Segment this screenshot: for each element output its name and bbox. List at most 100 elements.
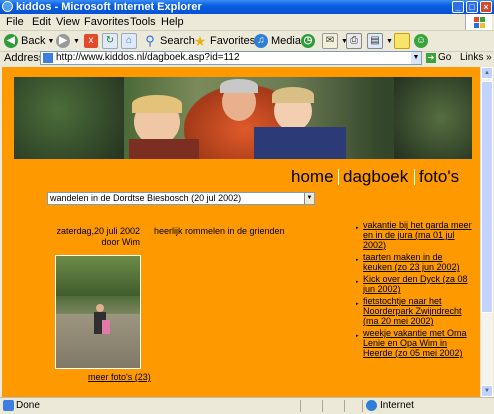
links-label: Links — [460, 52, 484, 63]
refresh-button[interactable]: ↻ — [102, 32, 121, 50]
address-label: Address — [4, 52, 45, 64]
nav-dagboek[interactable]: dagboek — [343, 167, 408, 187]
search-label: Search — [160, 35, 195, 47]
vertical-scrollbar[interactable]: ▲ ▼ — [480, 67, 493, 397]
menu-file[interactable]: File — [6, 16, 24, 28]
nav-divider — [338, 169, 339, 185]
star-icon: ★ — [193, 33, 207, 49]
home-icon: ⌂ — [121, 33, 137, 49]
page-icon — [43, 53, 53, 63]
bullet-icon: ▸ — [356, 257, 359, 263]
bullet-icon: ▸ — [356, 279, 359, 285]
mail-button[interactable]: ✉ ▼ — [322, 32, 348, 50]
related-entry-link[interactable]: ▸ taarten maken in de keuken (zo 23 jun 2… — [356, 252, 474, 272]
entry-meta: zaterdag,20 juli 2002 door Wim — [42, 226, 140, 248]
scroll-up-button[interactable]: ▲ — [481, 67, 493, 79]
media-label: Media — [271, 35, 301, 47]
stop-icon: x — [84, 34, 98, 48]
printer-icon: ⎙ — [346, 33, 362, 49]
discuss-button[interactable] — [394, 32, 413, 50]
forward-button[interactable]: ▶ ▼ — [56, 32, 80, 50]
related-entry-link[interactable]: ▸ fietstochtje naar het Noorderpark Zwijn… — [356, 296, 474, 326]
status-divider — [322, 400, 323, 412]
scroll-down-button[interactable]: ▼ — [481, 385, 493, 397]
refresh-icon: ↻ — [102, 33, 118, 49]
globe-icon — [366, 400, 377, 411]
edit-button[interactable]: ▤ ▼ — [367, 32, 393, 50]
entry-text: heerlijk rommelen in de grienden — [154, 226, 285, 236]
chevron-down-icon[interactable]: ▼ — [411, 52, 421, 64]
window-title: kiddos - Microsoft Internet Explorer — [16, 1, 202, 13]
bullet-icon: ▸ — [356, 301, 359, 307]
banner-photo — [14, 77, 472, 159]
more-photos-link[interactable]: meer foto's (23) — [88, 372, 151, 382]
folder-icon — [394, 33, 410, 49]
menu-bar: File Edit View Favorites Tools Help — [0, 14, 494, 31]
back-button[interactable]: ◀ Back ▼ — [4, 32, 54, 50]
go-label: Go — [438, 52, 452, 63]
minimize-button[interactable]: _ — [452, 1, 464, 13]
messenger-button[interactable]: ☺ — [414, 32, 431, 50]
menu-view[interactable]: View — [56, 16, 80, 28]
related-entry-link[interactable]: ▸ weekje vakantie met Oma Lenie en Opa Wi… — [356, 328, 474, 358]
home-button[interactable]: ⌂ — [121, 32, 140, 50]
chevron-down-icon[interactable]: ▼ — [304, 193, 314, 204]
status-divider — [362, 400, 363, 412]
address-bar: Address http://www.kiddos.nl/dagboek.asp… — [0, 50, 494, 66]
media-icon: ♫ — [254, 34, 268, 48]
status-divider — [344, 400, 345, 412]
favorites-button[interactable]: ★ Favorites — [193, 32, 256, 50]
related-entries-list: ▸ vakantie bij het garda meer en in de ju… — [356, 220, 474, 360]
menu-favorites[interactable]: Favorites — [84, 16, 129, 28]
toolbar: ◀ Back ▼ ▶ ▼ x ↻ ⌂ ⚲ Search ★ Favorites … — [0, 31, 494, 52]
nav-fotos[interactable]: foto's — [419, 167, 459, 187]
entry-select-value: wandelen in de Dordtse Biesbosch (20 jul… — [50, 193, 242, 203]
chevron-down-icon: ▼ — [73, 37, 80, 45]
security-zone: Internet — [366, 400, 414, 411]
page-content: home dagboek foto's wandelen in de Dordt… — [2, 67, 480, 397]
windows-flag-icon — [465, 14, 492, 30]
title-bar: kiddos - Microsoft Internet Explorer _ □… — [0, 0, 494, 14]
close-button[interactable]: × — [480, 1, 492, 13]
maximize-button[interactable]: □ — [466, 1, 478, 13]
edit-page-icon: ▤ — [367, 33, 383, 49]
bullet-icon: ▸ — [356, 333, 359, 339]
media-button[interactable]: ♫ Media — [254, 32, 301, 50]
entry-date: zaterdag,20 juli 2002 — [56, 226, 140, 236]
search-button[interactable]: ⚲ Search — [143, 32, 195, 50]
related-entry-label: Kick over den Dyck (za 08 jun 2002) — [363, 274, 468, 294]
menu-edit[interactable]: Edit — [32, 16, 51, 28]
related-entry-label: taarten maken in de keuken (zo 23 jun 20… — [363, 252, 460, 272]
related-entry-link[interactable]: ▸ Kick over den Dyck (za 08 jun 2002) — [356, 274, 474, 294]
entry-photo[interactable] — [55, 255, 141, 369]
mail-icon: ✉ — [322, 33, 338, 49]
print-button[interactable]: ⎙ — [346, 32, 365, 50]
go-arrow-icon: ➜ — [426, 52, 436, 63]
status-bar: Done Internet — [0, 397, 494, 414]
menu-help[interactable]: Help — [161, 16, 184, 28]
favorites-label: Favorites — [210, 35, 256, 47]
stop-button[interactable]: x — [84, 32, 101, 50]
address-url: http://www.kiddos.nl/dagboek.asp?id=112 — [56, 52, 240, 63]
related-entry-label: vakantie bij het garda meer en in de jur… — [363, 220, 472, 250]
entry-select[interactable]: wandelen in de Dordtse Biesbosch (20 jul… — [47, 192, 315, 205]
links-button[interactable]: Links » — [460, 52, 492, 63]
back-arrow-icon: ◀ — [4, 34, 18, 48]
bullet-icon: ▸ — [356, 225, 359, 231]
history-icon: ◷ — [301, 34, 315, 48]
address-input[interactable]: http://www.kiddos.nl/dagboek.asp?id=112 … — [40, 51, 422, 65]
go-button[interactable]: ➜ Go — [426, 52, 451, 63]
scroll-thumb[interactable] — [481, 81, 493, 313]
related-entry-link[interactable]: ▸ vakantie bij het garda meer en in de ju… — [356, 220, 474, 250]
chevron-down-icon: ▼ — [386, 37, 393, 45]
related-entry-label: weekje vakantie met Oma Lenie en Opa Wim… — [363, 328, 467, 358]
forward-arrow-icon: ▶ — [56, 34, 70, 48]
entry-author: door Wim — [101, 237, 140, 247]
nav-home[interactable]: home — [291, 167, 334, 187]
history-button[interactable]: ◷ — [301, 32, 318, 50]
menu-tools[interactable]: Tools — [130, 16, 156, 28]
related-entry-label: fietstochtje naar het Noorderpark Zwijnd… — [363, 296, 462, 326]
search-icon: ⚲ — [145, 33, 155, 48]
back-label: Back — [21, 35, 46, 47]
ie-logo-icon — [2, 1, 13, 12]
